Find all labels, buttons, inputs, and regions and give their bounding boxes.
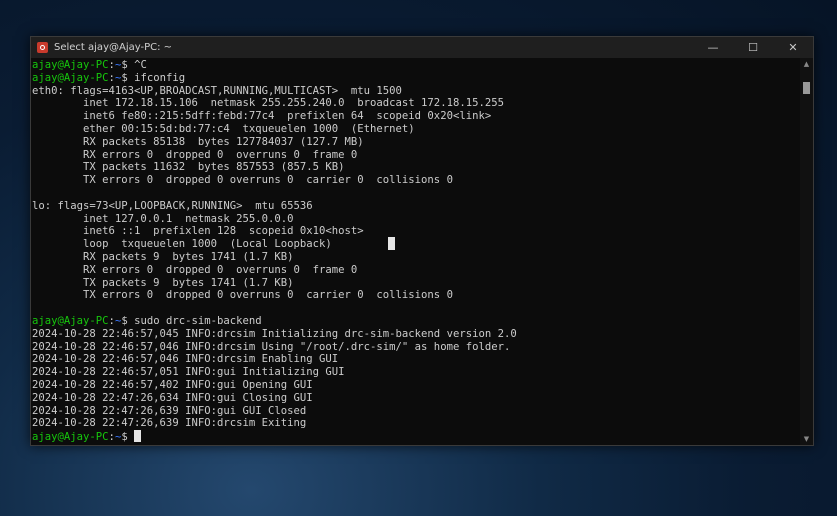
output-line: inet6 ::1 prefixlen 128 scopeid 0x10<hos… (32, 225, 364, 238)
scroll-down-arrow-icon[interactable]: ▼ (800, 433, 813, 445)
prompt-line: ajay@Ajay-PC:~$ ifconfig (32, 72, 800, 85)
output-line: loop txqueuelen 1000 (Local Loopback) (32, 238, 332, 251)
output-line: TX errors 0 dropped 0 overruns 0 carrier… (32, 174, 453, 187)
output-line: lo: flags=73<UP,LOOPBACK,RUNNING> mtu 65… (32, 199, 313, 212)
output-line: RX packets 9 bytes 1741 (1.7 KB) (32, 250, 294, 263)
terminal-output[interactable]: ajay@Ajay-PC:~$ ^C ajay@Ajay-PC:~$ ifconf… (31, 58, 800, 445)
prompt-user-host: ajay@Ajay-PC (32, 431, 109, 444)
prompt-suffix: $ (121, 314, 135, 327)
output-line: inet 127.0.0.1 netmask 255.0.0.0 (32, 212, 294, 225)
prompt-user-host: ajay@Ajay-PC (32, 71, 109, 84)
scroll-up-arrow-icon[interactable]: ▲ (800, 58, 813, 70)
text-cursor-indicator (388, 237, 395, 250)
output-line: 2024-10-28 22:47:26,639 INFO:drcsim Exit… (32, 417, 307, 430)
prompt-line: ajay@Ajay-PC:~$ ^C (32, 59, 800, 72)
output-line: RX packets 85138 bytes 127784037 (127.7 … (32, 135, 364, 148)
prompt-line: ajay@Ajay-PC:~$ sudo drc-sim-backend (32, 315, 800, 328)
prompt-suffix: $ (121, 59, 135, 71)
output-line: RX errors 0 dropped 0 overruns 0 frame 0 (32, 263, 358, 276)
window-controls: — ☐ ✕ (693, 37, 813, 58)
prompt-suffix: $ (121, 71, 135, 84)
prompt-line: ajay@Ajay-PC:~$ (32, 430, 800, 443)
output-line: inet6 fe80::215:5dff:febd:77c4 prefixlen… (32, 110, 492, 123)
output-line: 2024-10-28 22:47:26,634 INFO:gui Closing… (32, 391, 313, 404)
command-text: sudo drc-sim-backend (134, 314, 262, 327)
output-line: 2024-10-28 22:46:57,046 INFO:drcsim Usin… (32, 340, 511, 353)
output-line: eth0: flags=4163<UP,BROADCAST,RUNNING,MU… (32, 84, 402, 97)
prompt-user-host: ajay@Ajay-PC (32, 314, 109, 327)
output-line: 2024-10-28 22:46:57,046 INFO:drcsim Enab… (32, 353, 339, 366)
title-bar[interactable]: Select ajay@Ajay-PC: ~ — ☐ ✕ (31, 37, 813, 58)
output-line: RX errors 0 dropped 0 overruns 0 frame 0 (32, 148, 358, 161)
prompt-user-host: ajay@Ajay-PC (32, 59, 109, 71)
output-line: ether 00:15:5d:bd:77:c4 txqueuelen 1000 … (32, 122, 415, 135)
output-line: TX packets 11632 bytes 857553 (857.5 KB) (32, 161, 345, 174)
maximize-button[interactable]: ☐ (733, 37, 773, 58)
output-line: 2024-10-28 22:47:26,639 INFO:gui GUI Clo… (32, 404, 307, 417)
terminal-window[interactable]: Select ajay@Ajay-PC: ~ — ☐ ✕ ajay@Ajay-P… (30, 36, 814, 446)
output-line: TX packets 9 bytes 1741 (1.7 KB) (32, 276, 294, 289)
prompt-suffix: $ (121, 431, 135, 444)
close-button[interactable]: ✕ (773, 37, 813, 58)
output-line: 2024-10-28 22:46:57,051 INFO:gui Initial… (32, 366, 345, 379)
output-line: inet 172.18.15.106 netmask 255.255.240.0… (32, 97, 504, 110)
minimize-button[interactable]: — (693, 37, 733, 58)
scrollbar-thumb[interactable] (803, 82, 810, 94)
terminal-cursor (134, 430, 142, 443)
output-line: TX errors 0 dropped 0 overruns 0 carrier… (32, 289, 453, 302)
command-text: ^C (134, 59, 147, 71)
scrollbar[interactable]: ▲ ▼ (800, 58, 813, 445)
output-line: 2024-10-28 22:46:57,045 INFO:drcsim Init… (32, 327, 517, 340)
command-text: ifconfig (134, 71, 186, 84)
ubuntu-icon[interactable] (37, 42, 48, 53)
window-title: Select ajay@Ajay-PC: ~ (54, 42, 173, 53)
output-line: 2024-10-28 22:46:57,402 INFO:gui Opening… (32, 378, 313, 391)
